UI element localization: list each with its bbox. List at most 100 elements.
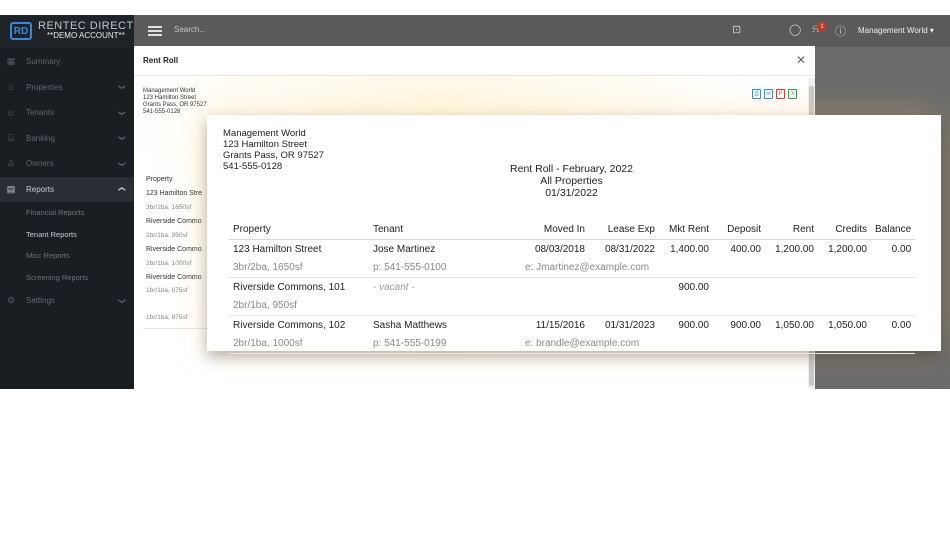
moved-in [517,278,589,297]
deposit: 900.00 [730,319,761,331]
moved-in: 11/15/2016 [535,319,585,331]
background-row-name: Riverside Commo [146,246,202,253]
table-header-row: Property Tenant Moved In Lease Exp Mkt R… [229,219,916,240]
report-date: 01/31/2022 [545,187,598,199]
modal-header: Rent Roll ✕ [134,46,815,76]
sidebar-subitem-misc-reports[interactable]: Misc Reports [0,245,134,267]
tenant-phone [369,296,517,316]
tenant-phone: p: 541-555-0100 [369,258,517,278]
sidebar-item-label: Properties [26,82,63,92]
report-heading: Rent Roll - February, 2022 All Propertie… [207,163,941,199]
moved-in: 08/03/2018 [534,243,585,255]
balance: 0.00 [891,243,912,255]
user-icon: ♙ [6,158,16,169]
chevron-down-icon: ❯ [118,135,126,142]
print-icon[interactable]: ⎙ [752,89,761,99]
sidebar-subitem-financial-reports[interactable]: Financial Reports [0,202,134,224]
background-column-header: Property [146,176,173,183]
rent-roll-report-zoom: Management World 123 Hamilton Street Gra… [207,115,941,354]
sidebar-item-properties[interactable]: ⌂ Properties ❯ [0,75,134,101]
column-header: Tenant [369,219,517,240]
deposit: 400.00 [730,243,761,255]
column-header: Lease Exp [589,219,659,240]
balance: 0.00 [891,319,912,331]
sidebar-item-label: Settings [26,296,55,306]
sidebar-item-summary[interactable]: ▦ Summary [0,49,134,75]
sidebar-item-banking[interactable]: ⌸ Banking ❯ [0,126,134,152]
search-input[interactable]: Search... [174,25,206,34]
brand-name: RENTEC DIRECT [38,20,134,32]
close-icon[interactable]: ✕ [796,53,806,67]
chevron-down-icon: ❯ [118,297,126,304]
sidebar-item-tenants[interactable]: ☺ Tenants ❯ [0,100,134,126]
column-header: Property [229,219,369,240]
chat-icon[interactable]: ◯ [789,23,801,36]
lease-exp [589,278,659,297]
top-bar: Search... ⊡ ◯ ⍾ 1 ⓘ Management World ▾ [134,15,950,47]
table-row: Riverside Commons, 102 Sasha Matthews 11… [229,316,915,335]
export-toolbar: ⎙ ✉ P X [752,89,797,99]
tenant-name: Jose Martinez [373,243,436,255]
table-row: Riverside Commons, 101 - vacant - 900.00 [229,278,915,297]
sidebar-item-settings[interactable]: ⚙ Settings ❯ [0,288,134,314]
mkt-rent: 1,400.00 [670,243,709,255]
unit-details: 2br/1ba, 950sf [229,296,369,316]
report-scope: All Properties [540,175,603,187]
divider [143,328,213,329]
lease-exp: 08/31/2022 [604,243,655,255]
sidebar-item-label: Tenants [26,108,55,118]
background-row-detail: 2br/1ba, 950sf [146,232,188,239]
table-row-details: 2br/1ba, 950sf [229,296,916,316]
email-icon[interactable]: ✉ [764,89,773,99]
sidebar-subitem-tenant-reports[interactable]: Tenant Reports [0,224,134,246]
table-row-details: 2br/1ba, 1000sf p: 541-555-0199 e: brand… [229,334,916,354]
background-row-name: Riverside Commo [146,274,202,281]
mkt-rent: 900.00 [678,319,709,331]
chevron-up-icon: ❮ [118,186,126,193]
column-header: Rent [765,219,818,240]
tenant-email [517,296,916,316]
company-name: Management World [143,88,196,94]
background-row-detail: 1br/1ba, 875sf [146,314,188,321]
credits: 1,200.00 [828,243,867,255]
sidebar-item-label: Summary [26,57,61,67]
company-city: Grants Pass, OR 97527 [223,150,324,161]
sidebar-item-owners[interactable]: ♙ Owners ❯ [0,151,134,177]
sidebar: RD RENTEC DIRECT **DEMO ACCOUNT** ▦ Summ… [0,15,134,389]
company-street: 123 Hamilton Street [143,95,197,101]
unit-details: 2br/1ba, 1000sf [229,334,369,354]
table-row-details: 3br/2ba, 1650sf p: 541-555-0100 e: Jmart… [229,258,916,278]
excel-icon[interactable]: X [788,89,797,99]
column-header: Deposit [713,219,765,240]
users-icon: ☺ [6,107,16,118]
table-row: 123 Hamilton Street Jose Martinez 08/03/… [229,240,915,259]
rent [765,278,818,297]
balance [871,278,915,297]
credits [818,278,871,297]
pdf-icon[interactable]: P [776,89,785,99]
brand-logo[interactable]: RD RENTEC DIRECT **DEMO ACCOUNT** [0,15,134,47]
unit-details: 3br/2ba, 1650sf [229,258,369,278]
background-row-name: Riverside Commo [146,218,202,225]
user-menu[interactable]: Management World ▾ [858,26,934,35]
sidebar-subitem-screening-reports[interactable]: Screening Reports [0,267,134,289]
help-icon[interactable]: ⓘ [835,23,846,39]
lease-exp: 01/31/2023 [604,319,655,331]
deposit [713,278,765,297]
notification-badge: 1 [817,22,827,32]
background-row-name: 123 Hamilton Stre [146,190,203,197]
sidebar-item-reports[interactable]: ▤ Reports ❮ [0,176,134,202]
app-window: RD RENTEC DIRECT **DEMO ACCOUNT** ▦ Summ… [0,15,950,389]
dashboard-icon: ▦ [6,56,16,67]
mkt-rent: 900.00 [678,281,709,293]
tenant-name: - vacant - [373,281,415,293]
tenant-email: e: brandle@example.com [517,334,916,354]
background-row-detail: 1br/1ba, 875sf [146,287,188,294]
chevron-down-icon: ❯ [118,160,126,167]
hamburger-menu-icon[interactable] [148,26,162,36]
gift-icon[interactable]: ⊡ [732,23,741,36]
tenant-phone: p: 541-555-0199 [369,334,517,354]
logo-mark-icon: RD [10,22,32,40]
home-icon: ⌂ [8,82,14,93]
chevron-down-icon: ❯ [118,84,126,91]
